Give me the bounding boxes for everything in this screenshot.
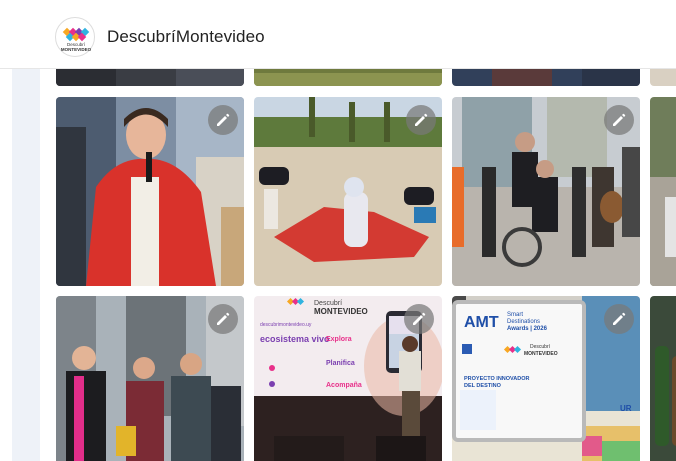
partial-photo bbox=[650, 296, 676, 461]
award-logo-top: Descubrí bbox=[530, 344, 551, 350]
edit-photo-button[interactable] bbox=[208, 105, 238, 135]
site-logo[interactable]: Descubrí MONTEVIDEO bbox=[55, 17, 95, 57]
pencil-icon bbox=[217, 113, 230, 126]
site-header: Descubrí MONTEVIDEO DescubríMontevideo bbox=[0, 0, 676, 69]
pencil-icon bbox=[613, 312, 626, 325]
photo-tile[interactable] bbox=[254, 97, 442, 286]
photo-tile[interactable] bbox=[56, 97, 244, 286]
award-label: PROYECTO INNOVADOR bbox=[464, 376, 530, 382]
award-corner-text: UR bbox=[620, 404, 632, 413]
photo-tile[interactable] bbox=[650, 69, 676, 86]
edit-photo-button[interactable] bbox=[406, 105, 436, 135]
photo-tile[interactable] bbox=[452, 69, 640, 86]
photo-tile[interactable] bbox=[56, 296, 244, 461]
slide-item-2: Planifica bbox=[326, 360, 355, 367]
partial-photo bbox=[650, 69, 676, 86]
photo-tile[interactable] bbox=[650, 296, 676, 461]
photo-tile[interactable] bbox=[650, 97, 676, 286]
pencil-icon bbox=[415, 113, 428, 126]
award-label-2: DEL DESTINO bbox=[464, 383, 501, 389]
street-photo bbox=[56, 69, 244, 86]
grass-photo bbox=[254, 69, 442, 86]
photo-tile[interactable]: AMT Smart Destinations Awards | 2026 Des… bbox=[452, 296, 640, 461]
site-title[interactable]: DescubríMontevideo bbox=[107, 27, 265, 47]
diamond-cluster-logo-icon: Descubrí MONTEVIDEO bbox=[61, 27, 92, 52]
logo-text-bottom: MONTEVIDEO bbox=[61, 47, 92, 52]
building-photo bbox=[452, 69, 640, 86]
award-line-3: Awards | 2026 bbox=[507, 326, 547, 332]
slide-brand-top: Descubrí bbox=[314, 300, 343, 307]
award-brand: AMT bbox=[464, 314, 499, 331]
photo-tile[interactable] bbox=[254, 69, 442, 86]
slide-url: descubrimontevideo.uy bbox=[260, 322, 312, 328]
slide-item-3: Acompaña bbox=[326, 382, 362, 389]
award-line-1: Smart bbox=[507, 312, 524, 318]
photo-tile[interactable] bbox=[452, 97, 640, 286]
photo-tile[interactable]: Descubrí MONTEVIDEO descubrimontevideo.u… bbox=[254, 296, 442, 461]
slide-brand-bottom: MONTEVIDEO bbox=[314, 307, 368, 316]
award-logo-bottom: MONTEVIDEO bbox=[524, 351, 558, 357]
slide-item-1: Explora bbox=[326, 336, 352, 343]
edit-photo-button[interactable] bbox=[604, 105, 634, 135]
award-line-2: Destinations bbox=[507, 319, 541, 325]
pencil-icon bbox=[613, 113, 626, 126]
left-rail bbox=[12, 69, 40, 461]
pencil-icon bbox=[413, 312, 426, 325]
pencil-icon bbox=[217, 312, 230, 325]
slide-headline: ecosistema vivo bbox=[260, 334, 330, 344]
photo-tile[interactable] bbox=[56, 69, 244, 86]
edit-photo-button[interactable] bbox=[208, 304, 238, 334]
edit-photo-button[interactable] bbox=[404, 304, 434, 334]
edit-photo-button[interactable] bbox=[604, 304, 634, 334]
photo-grid: Descubrí MONTEVIDEO descubrimontevideo.u… bbox=[40, 69, 676, 461]
partial-photo bbox=[650, 97, 676, 286]
